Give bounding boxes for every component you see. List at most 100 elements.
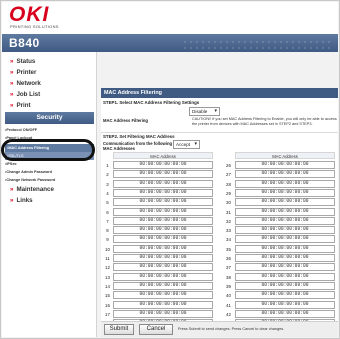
sidebar-item-print[interactable]: » Print [10,102,31,109]
mac-address-input[interactable]: 00:00:00:00:00:00 [113,179,213,188]
row-number: 27 [226,172,231,178]
row-number: 30 [226,200,231,206]
mac-address-input[interactable]: 00:00:00:00:00:00 [235,300,335,309]
mac-address-input[interactable]: 00:00:00:00:00:00 [235,281,335,290]
row-number: 35 [226,246,231,252]
row-number: 7 [106,218,109,224]
row-number: 2 [106,172,109,178]
mac-address-input[interactable]: 00:00:00:00:00:00 [113,198,213,207]
page-header: OKI PRINTING SOLUTIONS [2,2,338,34]
row-number: 15 [105,293,110,299]
row-number: 16 [105,302,110,308]
communication-select[interactable]: Accept ▾ [173,140,200,149]
mac-address-input[interactable]: 00:00:00:00:00:00 [235,263,335,272]
row-number: 10 [105,246,110,252]
sidebar-item-job-list[interactable]: » Job List [10,91,40,98]
divider [101,132,338,133]
mac-address-input[interactable]: 00:00:00:00:00:00 [235,235,335,244]
caution-text: CAUTION!! If you set MAC Address Filteri… [192,117,337,126]
row-number: 41 [226,302,231,308]
row-number: 9 [106,237,109,243]
mac-address-input[interactable]: 00:00:00:00:00:00 [113,309,213,318]
sidebar-sub-ipsec[interactable]: •IPSec [5,162,17,166]
sidebar-sub-network-password[interactable]: •Change Network Password [5,178,55,182]
sidebar-security-header[interactable]: Security [5,112,94,124]
row-number: 6 [106,209,109,215]
row-number: 5 [106,200,109,206]
mac-address-input[interactable]: 00:00:00:00:00:00 [235,244,335,253]
mac-address-input[interactable]: 00:00:00:00:00:00 [235,309,335,318]
row-number: 28 [226,181,231,187]
row-number: 32 [226,218,231,224]
cancel-button[interactable]: Cancel [139,324,173,335]
arrow-right-icon: » [10,69,14,76]
mac-address-input[interactable]: 00:00:00:00:00:00 [113,291,213,300]
mac-address-input[interactable]: 00:00:00:00:00:00 [113,263,213,272]
sidebar-sub-admin-password[interactable]: •Change Admin Password [5,170,52,174]
mac-address-input[interactable]: 00:00:00:00:00:00 [235,254,335,262]
footer-note: Press Submit to send changes. Press Canc… [178,327,285,331]
mac-address-input[interactable]: 00:00:00:00:00:00 [235,161,335,169]
mac-address-input[interactable]: 00:00:00:00:00:00 [235,188,335,197]
row-number: 11 [105,256,110,261]
mac-address-input[interactable]: 00:00:00:00:00:00 [113,216,213,225]
row-number: 17 [105,311,110,317]
step1-heading: STEP1. Select MAC Address Filtering Sett… [103,100,200,105]
mac-filter-label: MAC Address Filtering [103,118,148,123]
mac-address-input[interactable]: 00:00:00:00:00:00 [235,226,335,235]
mac-address-input[interactable]: 00:00:00:00:00:00 [235,207,335,216]
mac-column-header-right: MAC Address [235,152,335,159]
row-number: 3 [106,181,109,187]
mac-address-input[interactable]: 00:00:00:00:00:00 [235,198,335,207]
sidebar-item-links[interactable]: » Links [10,197,33,204]
row-number: 33 [226,228,231,234]
mac-address-input[interactable]: 00:00:00:00:00:00 [235,179,335,188]
mac-address-input[interactable]: 00:00:00:00:00:00 [113,300,213,309]
row-number: 31 [226,209,231,215]
mac-column-header-left: MAC Address [113,152,213,159]
row-number: 8 [106,228,109,234]
communication-label: Communication from the following MAC Add… [103,141,173,151]
sidebar-item-status[interactable]: » Status [10,58,35,65]
mac-address-input[interactable]: 00:00:00:00:00:00 [113,161,213,169]
row-number: 4 [106,190,109,196]
page-title: MAC Address Filtering [101,88,338,98]
mac-address-input[interactable]: 00:00:00:00:00:00 [235,170,335,179]
row-number: 42 [226,311,231,317]
sidebar-item-maintenance[interactable]: » Maintenance [10,186,54,193]
mac-address-input[interactable]: 00:00:00:00:00:00 [235,291,335,300]
mac-address-input[interactable]: 00:00:00:00:00:00 [113,244,213,253]
row-number: 40 [226,293,231,299]
main-panel: MAC Address Filtering STEP1. Select MAC … [101,88,338,337]
row-number: 36 [226,256,231,261]
row-number: 29 [226,190,231,196]
mac-address-input[interactable]: 00:00:00:00:00:00 [113,272,213,281]
mac-address-input[interactable]: 00:00:00:00:00:00 [113,254,213,262]
dot-pattern [182,39,332,49]
mac-address-input[interactable]: 00:00:00:00:00:00 [113,170,213,179]
model-bar: B840 [2,34,338,52]
sidebar-item-network[interactable]: » Network [10,80,41,87]
mac-address-input[interactable]: 00:00:00:00:00:00 [113,235,213,244]
mac-address-input[interactable]: 00:00:00:00:00:00 [113,188,213,197]
mac-address-input[interactable]: 00:00:00:00:00:00 [235,272,335,281]
mac-address-input[interactable]: 00:00:00:00:00:00 [113,281,213,290]
arrow-right-icon: » [10,58,14,65]
highlight-annotation [1,139,95,161]
submit-button[interactable]: Submit [104,324,134,335]
row-number: 13 [105,274,110,280]
sidebar-item-printer[interactable]: » Printer [10,69,36,76]
chevron-down-icon: ▾ [214,108,217,114]
arrow-right-icon: » [10,197,14,204]
row-number: 39 [226,283,231,289]
arrow-right-icon: » [10,91,14,98]
mac-address-input[interactable]: 00:00:00:00:00:00 [113,226,213,235]
row-number: 37 [226,265,231,271]
row-number: 26 [226,163,231,168]
footer-bar: Submit Cancel Press Submit to send chang… [101,321,338,337]
mac-address-input[interactable]: 00:00:00:00:00:00 [235,216,335,225]
row-number: 38 [226,274,231,280]
mac-address-input[interactable]: 00:00:00:00:00:00 [113,207,213,216]
sidebar-sub-protocol[interactable]: •Protocol ON/OFF [5,128,37,132]
mac-filter-select[interactable]: Disable ▾ [189,107,220,116]
